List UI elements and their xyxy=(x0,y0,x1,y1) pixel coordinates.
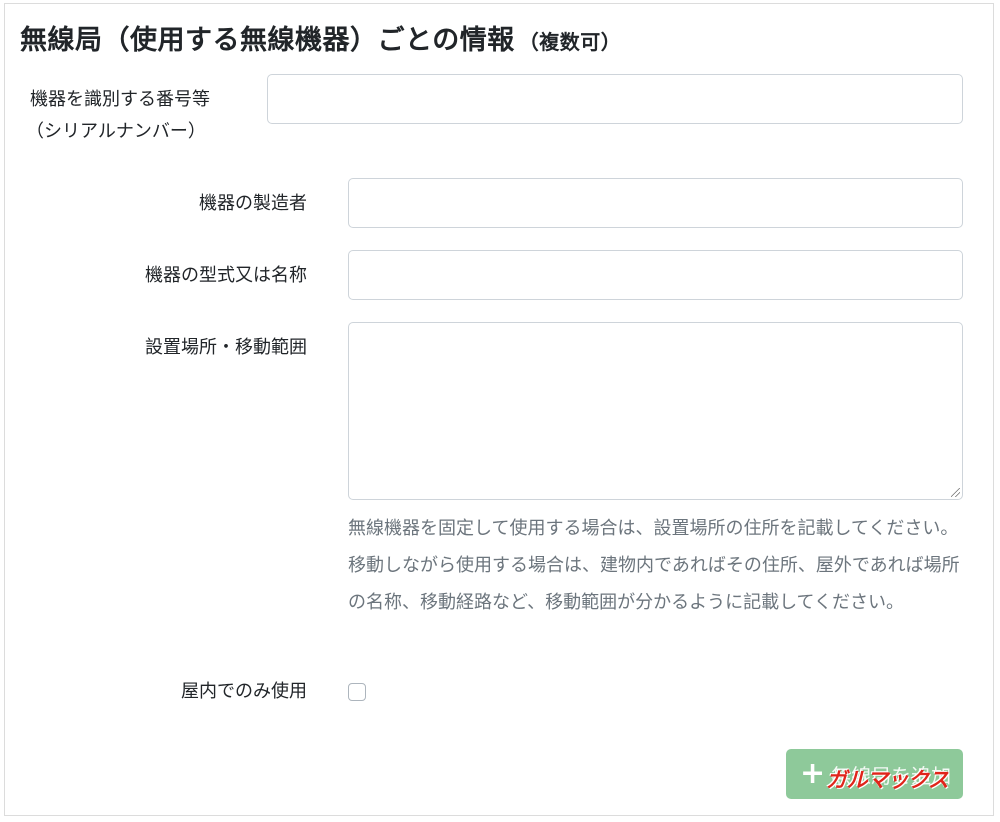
indoor-only-label: 屋内でのみ使用 xyxy=(181,681,307,702)
resize-handle-icon[interactable] xyxy=(951,488,960,497)
section-title-note: （複数可） xyxy=(518,30,622,54)
section-title: 無線局（使用する無線機器）ごとの情報 （複数可） xyxy=(20,18,621,57)
model-input[interactable] xyxy=(348,250,963,300)
serial-label-line2: （シリアルナンバー） xyxy=(26,121,206,142)
watermark-logo: ガルマックス xyxy=(826,768,949,792)
manufacturer-input[interactable] xyxy=(348,178,963,228)
model-label: 機器の型式又は名称 xyxy=(145,265,307,286)
location-textarea[interactable] xyxy=(348,322,963,500)
plus-icon: + xyxy=(800,756,826,791)
section-title-text: 無線局（使用する無線機器）ごとの情報 xyxy=(20,25,515,56)
location-help-text: 無線機器を固定して使用する場合は、設置場所の住所を記載してください。移動しながら… xyxy=(348,518,960,613)
serial-label: 機器を識別する番号等 （シリアルナンバー） xyxy=(26,84,210,148)
indoor-only-checkbox[interactable] xyxy=(348,683,366,701)
serial-number-input[interactable] xyxy=(267,74,963,124)
manufacturer-label: 機器の製造者 xyxy=(199,193,307,214)
serial-label-line1: 機器を識別する番号等 xyxy=(30,89,210,110)
location-label: 設置場所・移動範囲 xyxy=(145,337,307,358)
